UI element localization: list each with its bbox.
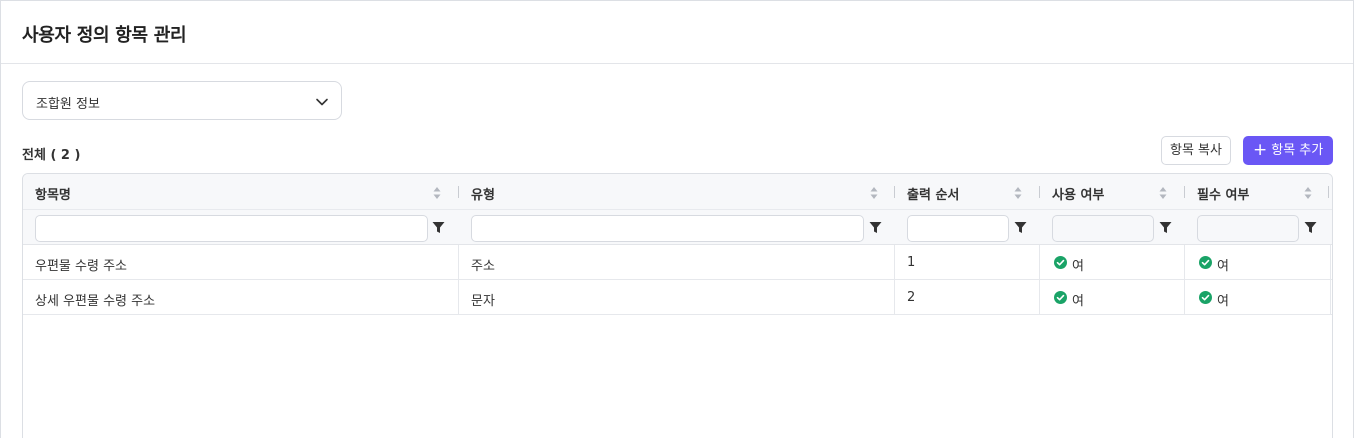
table-row[interactable]: 우편물 수령 주소 주소 1 여 여: [23, 245, 1332, 280]
cell-use: 여: [1040, 245, 1185, 280]
copy-item-button[interactable]: 항목 복사: [1161, 136, 1231, 165]
check-circle-icon: [1199, 256, 1212, 269]
column-label: 유형: [471, 188, 495, 203]
cell-required: 여: [1185, 280, 1330, 315]
cell-text: 2: [907, 290, 916, 305]
sort-icon[interactable]: [1013, 185, 1023, 201]
cell-type: 주소: [459, 245, 895, 280]
items-grid: 항목명 유형 출력 순서 사용 여부 필수 여부 우편물 수령 주소 주소 1 …: [22, 173, 1333, 438]
cell-name: 우편물 수령 주소: [23, 245, 459, 280]
grid-filter-row: [23, 210, 1332, 245]
category-select[interactable]: 조합원 정보: [22, 81, 342, 120]
cell-order: 2: [895, 280, 1040, 315]
cell-type: 문자: [459, 280, 895, 315]
filter-icon[interactable]: [1014, 221, 1027, 234]
cell-text: 여: [1072, 294, 1084, 309]
plus-icon: +: [1253, 140, 1268, 160]
sort-icon[interactable]: [1158, 185, 1168, 201]
check-circle-icon: [1054, 256, 1067, 269]
category-select-value: 조합원 정보: [36, 97, 100, 112]
cell-text: 1: [907, 255, 916, 270]
sort-icon[interactable]: [1303, 185, 1313, 201]
cell-name: 상세 우편물 수령 주소: [23, 280, 459, 315]
column-header-order[interactable]: 출력 순서: [895, 174, 1040, 210]
grid-right-divider: [1330, 245, 1331, 315]
column-header-type[interactable]: 유형: [459, 174, 895, 210]
cell-text: 문자: [471, 294, 495, 309]
check-circle-icon: [1199, 291, 1212, 304]
add-item-button[interactable]: + 항목 추가: [1243, 136, 1333, 165]
cell-text: 여: [1217, 259, 1229, 274]
chevron-down-icon: [316, 98, 328, 106]
cell-required: 여: [1185, 245, 1330, 280]
filter-input-name[interactable]: [35, 215, 428, 242]
table-row[interactable]: 상세 우편물 수령 주소 문자 2 여 여: [23, 280, 1332, 315]
filter-icon[interactable]: [432, 221, 445, 234]
cell-text: 주소: [471, 259, 495, 274]
page-title: 사용자 정의 항목 관리: [22, 25, 187, 46]
column-header-use[interactable]: 사용 여부: [1040, 174, 1185, 210]
column-header-required[interactable]: 필수 여부: [1185, 174, 1330, 210]
cell-order: 1: [895, 245, 1040, 280]
column-separator[interactable]: [1328, 186, 1329, 198]
cell-use: 여: [1040, 280, 1185, 315]
filter-input-order[interactable]: [907, 215, 1009, 242]
cell-text: 여: [1217, 294, 1229, 309]
grid-header-row: 항목명 유형 출력 순서 사용 여부 필수 여부: [23, 174, 1332, 210]
filter-icon[interactable]: [1304, 221, 1317, 234]
add-item-label: 항목 추가: [1271, 143, 1324, 158]
cell-text: 여: [1072, 259, 1084, 274]
cell-text: 상세 우편물 수령 주소: [35, 294, 156, 309]
page-header: 사용자 정의 항목 관리: [1, 1, 1353, 64]
total-count-label: 전체 ( 2 ): [22, 148, 81, 163]
filter-input-type[interactable]: [471, 215, 864, 242]
filter-input-use[interactable]: [1052, 215, 1154, 242]
sort-icon[interactable]: [432, 185, 442, 201]
grid-header: 항목명 유형 출력 순서 사용 여부 필수 여부: [23, 174, 1332, 245]
filter-input-required[interactable]: [1197, 215, 1299, 242]
column-label: 필수 여부: [1197, 188, 1250, 203]
filter-icon[interactable]: [869, 221, 882, 234]
filter-icon[interactable]: [1159, 221, 1172, 234]
column-label: 출력 순서: [907, 188, 960, 203]
cell-text: 우편물 수령 주소: [35, 259, 127, 274]
column-label: 사용 여부: [1052, 188, 1105, 203]
column-label: 항목명: [35, 188, 71, 203]
column-header-name[interactable]: 항목명: [23, 174, 459, 210]
check-circle-icon: [1054, 291, 1067, 304]
sort-icon[interactable]: [869, 185, 879, 201]
